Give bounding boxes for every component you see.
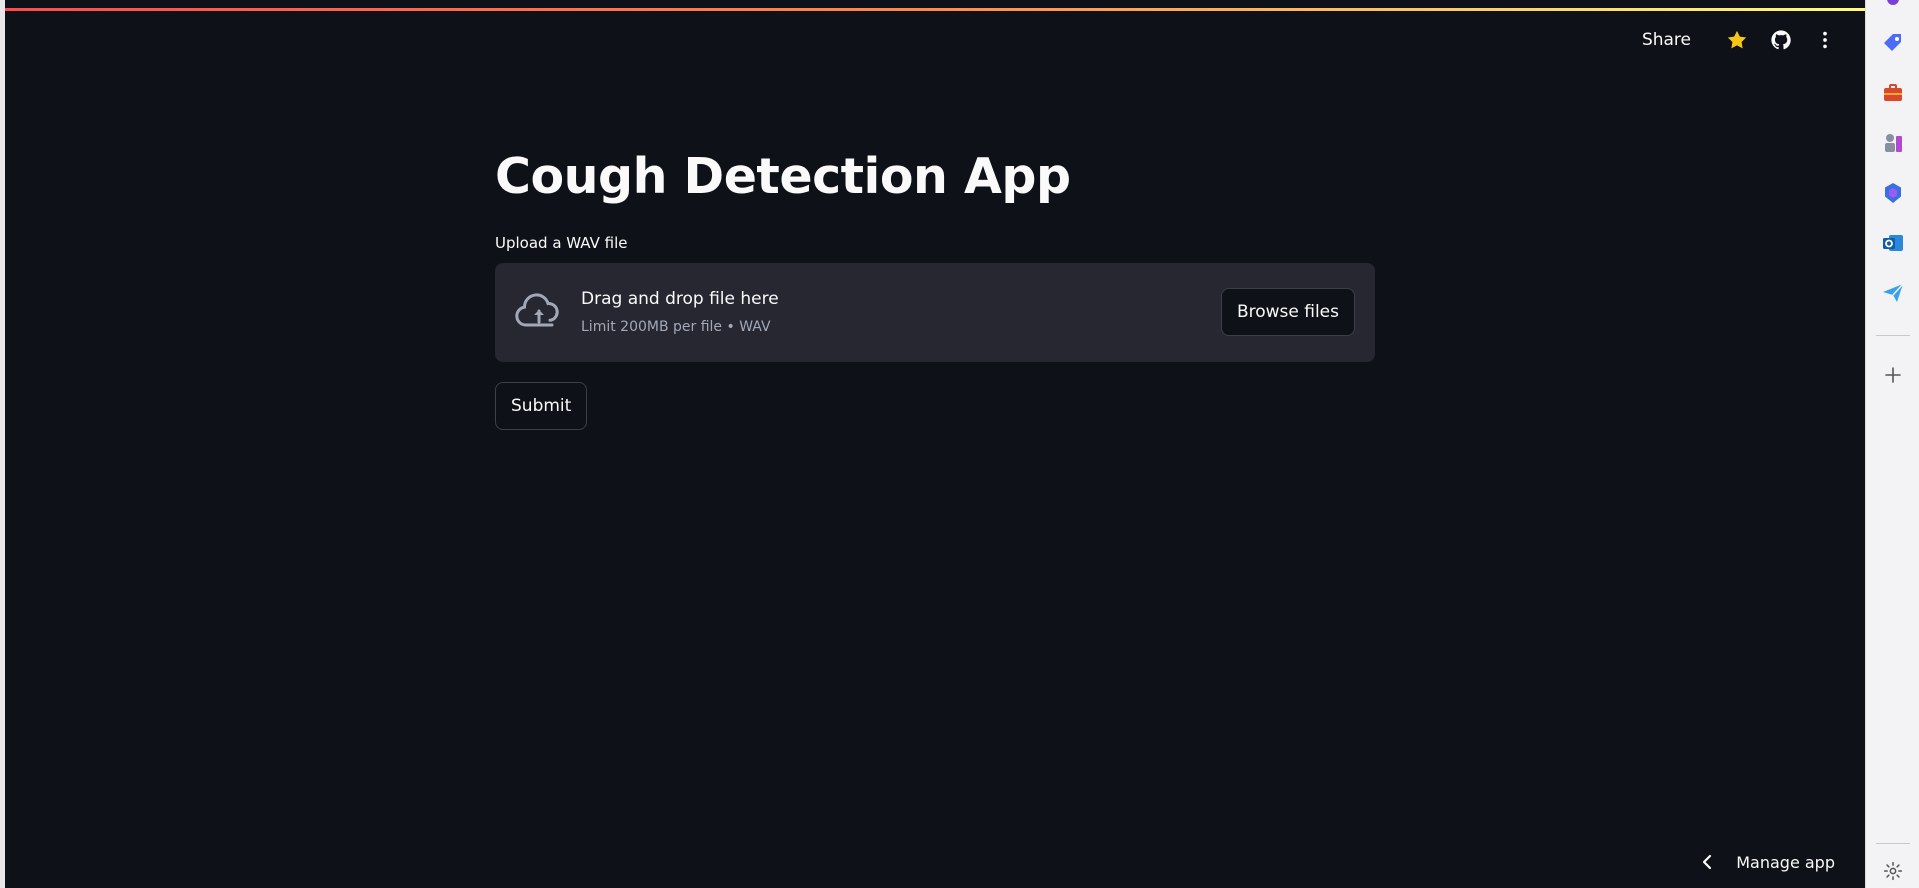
streamlit-app: Share Cough Detection App Upload a WAV f… — [5, 0, 1865, 888]
dropzone-title: Drag and drop file here — [581, 289, 779, 310]
browser-sidebar — [1865, 0, 1919, 888]
upload-label: Upload a WAV file — [495, 233, 628, 252]
briefcase-icon[interactable] — [1880, 80, 1906, 106]
manage-app-button[interactable]: Manage app — [1700, 846, 1835, 878]
chess-icon[interactable] — [1880, 130, 1906, 156]
browse-files-button[interactable]: Browse files — [1220, 287, 1355, 336]
main-content: Cough Detection App Upload a WAV file Dr… — [495, 150, 1375, 430]
more-vertical-icon[interactable] — [1803, 24, 1847, 56]
cloud-upload-icon — [515, 288, 563, 336]
tag-icon[interactable] — [1880, 30, 1906, 56]
page-title: Cough Detection App — [495, 148, 1071, 205]
decoration-bar — [5, 8, 1865, 11]
github-icon[interactable] — [1759, 24, 1803, 56]
settings-icon[interactable] — [1880, 858, 1906, 884]
sidebar-divider-bottom — [1876, 843, 1910, 844]
sidebar-divider — [1876, 335, 1910, 336]
share-button[interactable]: Share — [1632, 26, 1701, 54]
partial-icon — [1880, 0, 1906, 12]
chevron-left-icon — [1700, 854, 1714, 870]
add-icon[interactable] — [1880, 362, 1906, 388]
dropzone-limit: Limit 200MB per file • WAV — [581, 319, 771, 336]
send-icon[interactable] — [1880, 280, 1906, 306]
manage-app-label: Manage app — [1736, 852, 1835, 872]
outlook-icon[interactable] — [1880, 230, 1906, 256]
dropzone-instructions: Drag and drop file here Limit 200MB per … — [581, 289, 779, 335]
file-dropzone[interactable]: Drag and drop file here Limit 200MB per … — [495, 262, 1375, 362]
copilot-icon[interactable] — [1880, 180, 1906, 206]
app-toolbar: Share — [1632, 24, 1847, 56]
star-icon[interactable] — [1715, 24, 1759, 56]
submit-button[interactable]: Submit — [495, 381, 588, 430]
